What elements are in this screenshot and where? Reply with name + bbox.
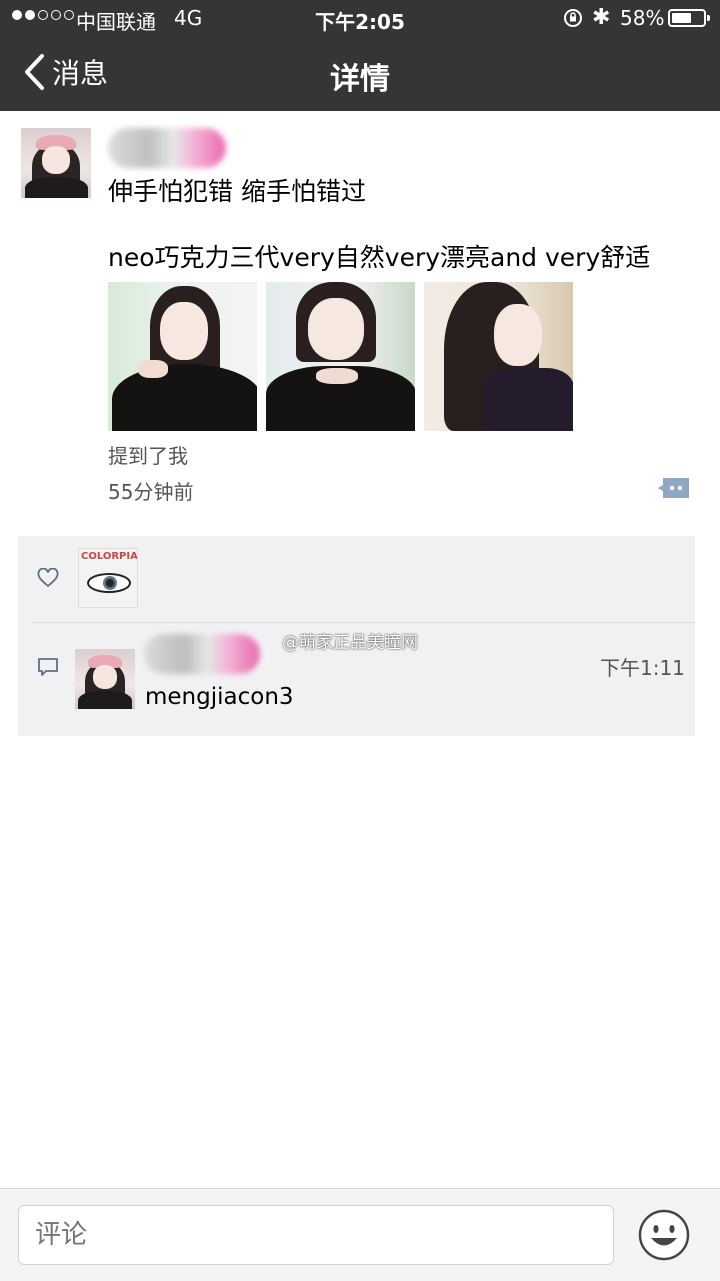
speech-bubble-icon [38,658,58,676]
heart-outline-icon [37,568,59,588]
author-name-obscured[interactable] [108,128,226,168]
liker-avatar-brand: COLORPIA [81,551,138,562]
comment-time: 下午1:11 [600,656,685,680]
page-title: 详情 [330,62,390,97]
author-avatar[interactable] [21,128,91,198]
battery-icon [668,9,710,27]
divider [32,622,695,623]
commenter-avatar[interactable] [75,649,135,709]
navigation-bar: 消息 详情 [0,38,720,111]
post-time: 55分钟前 [108,480,194,504]
comment-text: mengjiacon3 [145,684,294,710]
bluetooth-icon: ✱ [592,5,611,30]
smiley-face-icon[interactable] [638,1209,690,1261]
post-photo-3[interactable] [424,282,573,431]
rotation-lock-icon [564,9,582,27]
post-text-line-1: 伸手怕犯错 缩手怕错过 [108,177,366,206]
watermark: @萌家正品美瞳网 [282,633,418,653]
liker-avatar[interactable]: COLORPIA [78,548,138,608]
status-bar: 中国联通 4G 下午2:05 ✱ 58% [0,0,720,38]
comment-action-icon[interactable] [657,476,691,500]
battery-percent: 58% [620,6,665,30]
post-photo-1[interactable] [108,282,257,431]
post-photo-2[interactable] [266,282,415,431]
top-bar: 中国联通 4G 下午2:05 ✱ 58% 消息 详情 [0,0,720,111]
comment-bar [0,1188,720,1281]
post-text-line-2: neo巧克力三代very自然very漂亮and very舒适 [108,243,651,272]
mention-label[interactable]: 提到了我 [108,440,188,469]
status-time: 下午2:05 [315,10,405,34]
comment-input[interactable] [18,1205,614,1265]
commenter-name-obscured[interactable] [144,634,260,674]
